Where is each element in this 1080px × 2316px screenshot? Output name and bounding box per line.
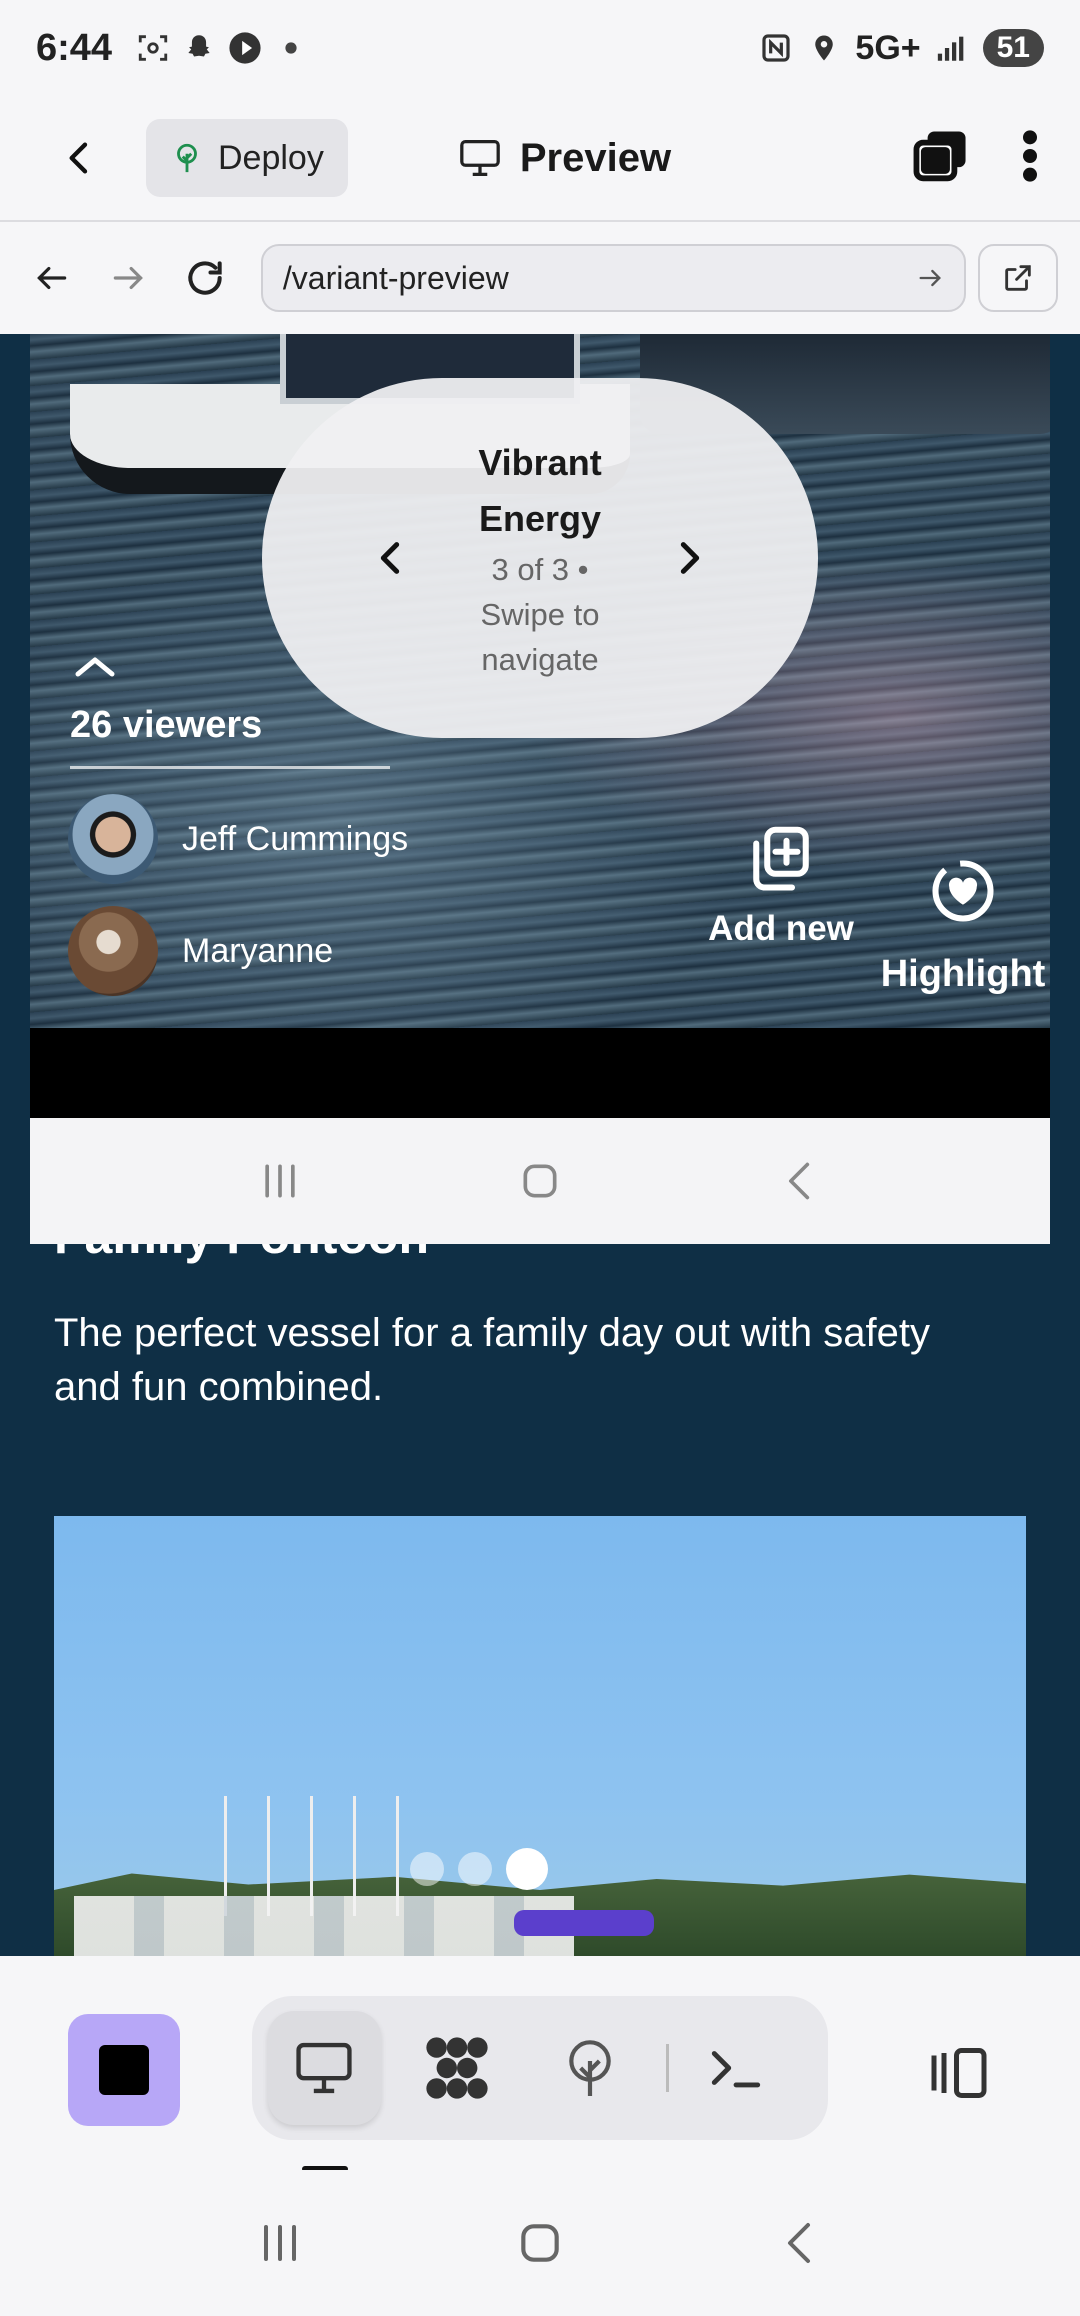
section-description: The perfect vessel for a family day out … bbox=[54, 1311, 930, 1409]
next-variant-button[interactable] bbox=[662, 530, 718, 586]
terminal-tool[interactable] bbox=[679, 2011, 792, 2125]
variant-switcher: Vibrant Energy 3 of 3 • Swipe to navigat… bbox=[262, 378, 818, 738]
story-screenshot: Vibrant Energy 3 of 3 • Swipe to navigat… bbox=[30, 334, 1050, 1028]
previous-variant-button[interactable] bbox=[362, 530, 418, 586]
chevron-left-icon bbox=[69, 142, 88, 174]
app-header: Deploy Preview bbox=[0, 96, 1080, 220]
viewer-name: Jeff Cummings bbox=[182, 819, 409, 858]
deploy-tool[interactable] bbox=[534, 2011, 647, 2125]
preview-title: Preview bbox=[458, 136, 671, 181]
reload-button[interactable] bbox=[175, 247, 235, 309]
system-nav-bar bbox=[0, 2170, 1080, 2316]
url-input[interactable]: /variant-preview bbox=[260, 244, 967, 312]
avatar bbox=[68, 906, 158, 996]
tool-separator bbox=[666, 2044, 670, 2092]
deploy-button[interactable]: Deploy bbox=[146, 119, 348, 197]
recent-apps-icon[interactable] bbox=[256, 2219, 304, 2267]
add-to-collection-icon bbox=[753, 826, 809, 891]
toggle-panel-button[interactable] bbox=[914, 2018, 1004, 2128]
more-options-button[interactable] bbox=[1020, 128, 1040, 189]
stop-button[interactable] bbox=[68, 2014, 180, 2126]
screenshot-icon bbox=[136, 31, 170, 65]
deploy-tree-icon bbox=[177, 143, 197, 173]
location-icon bbox=[807, 31, 841, 65]
reload-icon bbox=[188, 261, 222, 295]
home-icon[interactable] bbox=[518, 1159, 562, 1203]
deploy-tree-icon bbox=[569, 2040, 611, 2096]
arrow-left-icon bbox=[37, 266, 67, 290]
open-external-button[interactable] bbox=[978, 244, 1059, 312]
notification-dot-icon bbox=[274, 31, 308, 65]
chevron-right-icon bbox=[680, 542, 700, 574]
components-icon bbox=[426, 2037, 488, 2099]
embedded-nav-bar bbox=[30, 1118, 1050, 1244]
recent-apps-icon[interactable] bbox=[258, 1159, 302, 1203]
stop-icon bbox=[99, 2045, 149, 2095]
snapchat-icon bbox=[182, 31, 216, 65]
highlight-label: Highlight bbox=[880, 953, 1046, 995]
browser-forward-button[interactable] bbox=[98, 247, 158, 309]
url-text: /variant-preview bbox=[282, 259, 509, 296]
viewer-name: Maryanne bbox=[182, 931, 334, 970]
chevron-up-icon[interactable] bbox=[70, 650, 120, 680]
nav-back-icon[interactable] bbox=[776, 2219, 824, 2267]
browser-bar: /variant-preview bbox=[0, 222, 1080, 334]
split-panel-icon bbox=[931, 2048, 987, 2098]
arrow-right-icon bbox=[114, 266, 144, 290]
go-arrow-icon[interactable] bbox=[916, 264, 944, 292]
carousel-dot[interactable] bbox=[458, 1852, 492, 1886]
viewers-count[interactable]: 26 viewers bbox=[70, 704, 262, 747]
variant-position: 3 of 3 • Swipe to navigate bbox=[480, 551, 600, 677]
viewers-divider bbox=[70, 766, 390, 769]
highlight-heart-icon bbox=[932, 860, 994, 922]
viewer-row[interactable]: Jeff Cummings bbox=[68, 794, 408, 884]
more-vertical-icon bbox=[1023, 129, 1037, 182]
highlight-button[interactable]: Highlight bbox=[876, 858, 1050, 996]
monitor-icon bbox=[460, 139, 500, 176]
bottom-toolbar bbox=[0, 1956, 1080, 2172]
avatar bbox=[68, 794, 158, 884]
story-bottom-bar bbox=[30, 1028, 1050, 1118]
monitor-icon bbox=[296, 2042, 352, 2094]
desktop-preview-tool[interactable] bbox=[268, 2011, 381, 2125]
nfc-icon bbox=[759, 31, 793, 65]
network-label: 5G+ bbox=[855, 28, 921, 67]
carousel-dot-active[interactable] bbox=[506, 1848, 548, 1890]
preview-label: Preview bbox=[519, 135, 672, 180]
browser-back-button[interactable] bbox=[22, 247, 82, 309]
add-new-button[interactable]: Add new bbox=[696, 824, 866, 949]
terminal-icon bbox=[711, 2051, 760, 2088]
status-time: 6:44 bbox=[36, 26, 113, 69]
status-system-icons: 5G+ 51 bbox=[759, 29, 1044, 68]
signal-icon bbox=[935, 31, 969, 65]
deploy-label: Deploy bbox=[218, 138, 324, 177]
add-new-label: Add new bbox=[708, 909, 854, 948]
tabs-icon bbox=[913, 130, 966, 181]
marina-image-carousel[interactable] bbox=[54, 1516, 1026, 1956]
preview-viewport: Vibrant Energy 3 of 3 • Swipe to navigat… bbox=[0, 334, 1080, 1956]
viewer-row[interactable]: Maryanne bbox=[68, 906, 333, 996]
status-bar: 6:44 5G+ 51 bbox=[0, 0, 1080, 96]
carousel-dot[interactable] bbox=[410, 1852, 444, 1886]
external-link-icon bbox=[1005, 265, 1031, 291]
status-notification-icons bbox=[136, 31, 308, 65]
tool-switcher bbox=[252, 1996, 828, 2140]
variant-name: Vibrant Energy bbox=[478, 441, 602, 539]
components-tool[interactable] bbox=[401, 2011, 514, 2125]
carousel-dots bbox=[410, 1848, 548, 1890]
home-icon[interactable] bbox=[515, 2218, 565, 2268]
back-button[interactable] bbox=[40, 118, 120, 198]
play-icon bbox=[228, 31, 262, 65]
tabs-button[interactable] bbox=[912, 128, 970, 189]
battery-indicator: 51 bbox=[982, 29, 1044, 67]
chevron-left-icon bbox=[380, 542, 400, 574]
nav-back-icon[interactable] bbox=[778, 1159, 822, 1203]
